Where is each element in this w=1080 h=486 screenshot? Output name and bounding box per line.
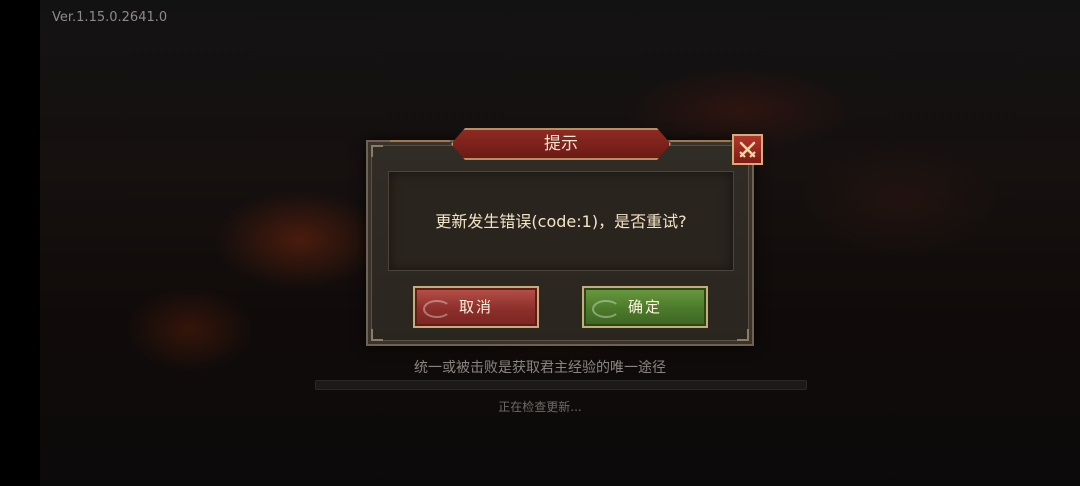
cancel-button[interactable]: 取消 xyxy=(413,286,539,328)
button-cloud-ornament xyxy=(592,300,620,318)
confirm-button[interactable]: 确定 xyxy=(582,286,708,328)
update-error-dialog: 提示 更新发生错误(code:1)，是否重试? 取消 确定 xyxy=(366,140,754,346)
title-ornament-left xyxy=(390,140,450,150)
message-panel: 更新发生错误(code:1)，是否重试? xyxy=(388,171,734,271)
dialog-message: 更新发生错误(code:1)，是否重试? xyxy=(435,212,687,231)
title-ornament-right xyxy=(670,140,730,150)
close-crossed-swords-icon xyxy=(739,141,756,158)
button-cloud-ornament xyxy=(423,300,451,318)
loading-tip: 统一或被击败是获取君主经验的唯一途径 xyxy=(414,360,666,376)
loading-status: 正在检查更新... xyxy=(498,400,582,414)
cancel-button-label: 取消 xyxy=(458,298,493,316)
dialog-title: 提示 xyxy=(544,134,578,154)
loading-progress-bar xyxy=(315,380,807,390)
dialog-corner-ornament xyxy=(371,329,383,341)
version-label: Ver.1.15.0.2641.0 xyxy=(52,10,168,25)
close-button[interactable] xyxy=(732,134,763,165)
dialog-corner-ornament xyxy=(371,145,383,157)
dialog-corner-ornament xyxy=(737,329,749,341)
confirm-button-label: 确定 xyxy=(627,298,662,316)
